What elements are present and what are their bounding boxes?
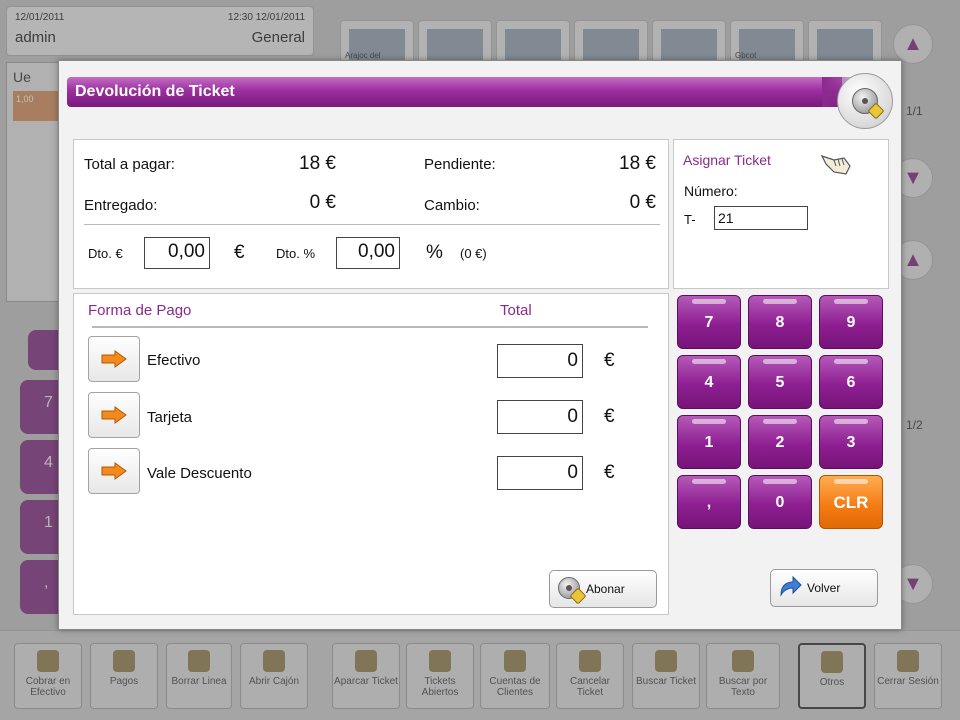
payment-total-header: Total	[500, 302, 532, 319]
refund-ticket-dialog: Devolución de Ticket Total a pagar: 18 €…	[58, 60, 902, 630]
key-comma[interactable]: ,	[677, 475, 741, 529]
ticket-number-input[interactable]: 21	[714, 206, 808, 230]
pay-card-button[interactable]	[88, 392, 140, 438]
ticket-number-label: Número:	[684, 183, 738, 199]
delivered-label: Entregado:	[84, 197, 158, 214]
currency-symbol: €	[604, 462, 615, 483]
cd-icon	[852, 88, 885, 120]
total-value: 18 €	[299, 153, 336, 174]
payment-method-header: Forma de Pago	[88, 302, 192, 319]
key-1[interactable]: 1	[677, 415, 741, 469]
pay-cash-button[interactable]	[88, 336, 140, 382]
key-clear[interactable]: CLR	[819, 475, 883, 529]
payment-header-divider	[92, 326, 648, 328]
ticket-prefix: T-	[684, 212, 696, 227]
dialog-title: Devolución de Ticket	[75, 83, 235, 100]
hand-pointer-icon	[820, 154, 851, 175]
key-2[interactable]: 2	[748, 415, 812, 469]
voucher-amount-input[interactable]: 0	[497, 456, 583, 490]
assign-ticket-panel: Asignar Ticket Número: T- 21	[673, 139, 889, 289]
key-3[interactable]: 3	[819, 415, 883, 469]
payment-method-label: Vale Descuento	[147, 465, 252, 482]
discount-eur-input[interactable]: 0,00	[144, 237, 210, 269]
refund-button-label: Abonar	[586, 582, 625, 596]
card-amount-input[interactable]: 0	[497, 400, 583, 434]
assign-ticket-title: Asignar Ticket	[683, 152, 771, 168]
payment-method-label: Efectivo	[147, 352, 201, 369]
summary-divider	[84, 224, 660, 225]
total-label: Total a pagar:	[84, 156, 175, 173]
key-5[interactable]: 5	[748, 355, 812, 409]
cash-amount-input[interactable]: 0	[497, 344, 583, 378]
arrow-right-icon	[101, 350, 127, 368]
back-button-label: Volver	[807, 581, 841, 595]
key-7[interactable]: 7	[677, 295, 741, 349]
payment-panel: Forma de Pago Total Efectivo 0 € Tarjeta…	[73, 293, 669, 615]
pending-label: Pendiente:	[424, 156, 496, 173]
refund-button[interactable]: Abonar	[549, 570, 657, 608]
arrow-right-icon	[101, 462, 127, 480]
dialog-titlebar: Devolución de Ticket	[67, 77, 862, 107]
discount-pct-label: Dto. %	[276, 246, 316, 261]
cd-icon	[558, 577, 587, 605]
key-4[interactable]: 4	[677, 355, 741, 409]
discount-amount: (0 €)	[460, 246, 487, 261]
currency-symbol: €	[604, 406, 615, 427]
key-0[interactable]: 0	[748, 475, 812, 529]
currency-symbol: €	[604, 350, 615, 371]
back-arrow-icon	[780, 575, 802, 597]
delivered-value: 0 €	[309, 192, 336, 213]
discount-eur-label: Dto. €	[88, 246, 123, 261]
back-button[interactable]: Volver	[770, 569, 878, 607]
totals-panel: Total a pagar: 18 € Pendiente: 18 € Entr…	[73, 139, 669, 289]
change-value: 0 €	[629, 192, 656, 213]
payment-method-label: Tarjeta	[147, 409, 193, 426]
key-9[interactable]: 9	[819, 295, 883, 349]
key-8[interactable]: 8	[748, 295, 812, 349]
key-6[interactable]: 6	[819, 355, 883, 409]
pay-voucher-button[interactable]	[88, 448, 140, 494]
arrow-right-icon	[101, 406, 127, 424]
change-label: Cambio:	[424, 197, 480, 214]
discount-pct-symbol: %	[426, 242, 443, 263]
discount-pct-input[interactable]: 0,00	[336, 237, 400, 269]
dialog-help-button[interactable]	[837, 73, 893, 129]
pending-value: 18 €	[619, 153, 656, 174]
discount-eur-symbol: €	[234, 242, 245, 263]
